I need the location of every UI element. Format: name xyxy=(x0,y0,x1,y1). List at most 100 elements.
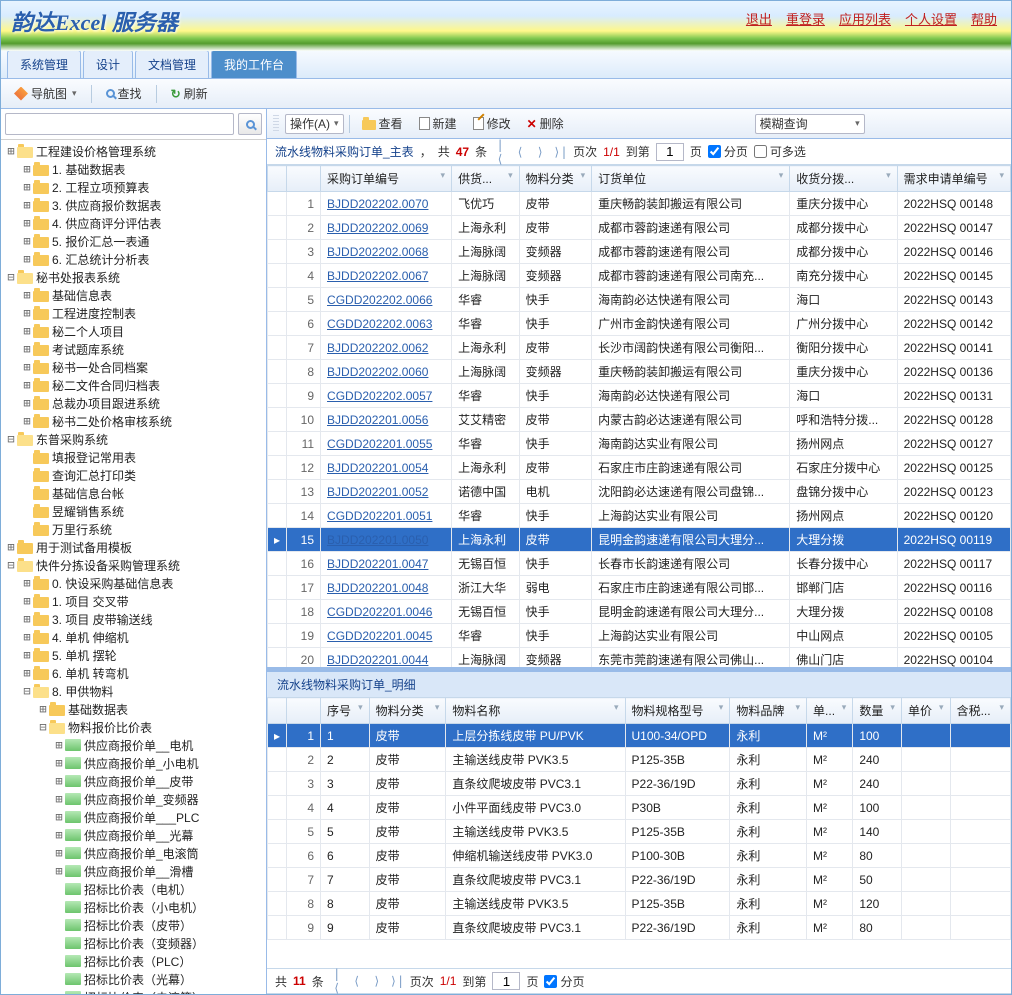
btn-edit[interactable]: 修改 xyxy=(466,111,518,136)
tree-node[interactable]: 招标比价表（PLC） xyxy=(1,952,266,970)
tree-toggle[interactable]: ⊞ xyxy=(53,846,65,860)
col-header[interactable]: 物料分类▾ xyxy=(519,166,592,192)
tree-toggle[interactable]: ⊞ xyxy=(53,792,65,806)
order-link[interactable]: CGDD202201.0051 xyxy=(327,509,432,523)
dpage-prev[interactable]: ⟨ xyxy=(350,974,364,988)
page-input[interactable] xyxy=(656,143,684,161)
tree-toggle[interactable]: ⊞ xyxy=(5,144,17,158)
btn-nav[interactable]: 导航图▾ xyxy=(7,81,84,106)
col-header[interactable]: 单...▾ xyxy=(807,698,853,724)
nav-tree[interactable]: ⊞工程建设价格管理系统⊞1. 基础数据表⊞2. 工程立项预算表⊞3. 供应商报价… xyxy=(1,140,266,994)
tree-toggle[interactable]: ⊞ xyxy=(53,810,65,824)
tree-toggle[interactable]: ⊞ xyxy=(21,360,33,374)
table-row[interactable]: 8BJDD202202.0060上海脉阔变频器重庆畅韵装卸搬运有限公司重庆分拨中… xyxy=(268,360,1011,384)
order-link[interactable]: BJDD202201.0048 xyxy=(327,581,428,595)
order-link[interactable]: BJDD202202.0060 xyxy=(327,365,428,379)
tab-docs[interactable]: 文档管理 xyxy=(135,50,209,78)
tree-toggle[interactable]: ⊞ xyxy=(53,774,65,788)
tree-toggle[interactable]: ⊞ xyxy=(21,216,33,230)
order-link[interactable]: BJDD202202.0069 xyxy=(327,221,428,235)
table-row[interactable]: 7BJDD202202.0062上海永利皮带长沙市阔韵快递有限公司衡阳...衡阳… xyxy=(268,336,1011,360)
table-row[interactable]: 1BJDD202202.0070飞优巧皮带重庆畅韵装卸搬运有限公司重庆分拨中心2… xyxy=(268,192,1011,216)
tree-search-button[interactable] xyxy=(238,113,262,135)
tree-toggle[interactable]: ⊟ xyxy=(5,270,17,284)
tree-search-input[interactable] xyxy=(5,113,234,135)
order-link[interactable]: BJDD202201.0056 xyxy=(327,413,428,427)
tree-toggle[interactable]: ⊞ xyxy=(21,162,33,176)
dchk-split[interactable]: 分页 xyxy=(544,973,584,990)
tree-node[interactable]: ⊞3. 供应商报价数据表 xyxy=(1,196,266,214)
tree-node[interactable]: ⊟东普采购系统 xyxy=(1,430,266,448)
tree-node[interactable]: 招标比价表（光幕） xyxy=(1,970,266,988)
order-link[interactable]: CGDD202202.0063 xyxy=(327,317,432,331)
btn-view[interactable]: 查看 xyxy=(355,111,410,136)
order-link[interactable]: CGDD202202.0057 xyxy=(327,389,432,403)
tree-toggle[interactable]: ⊞ xyxy=(53,828,65,842)
table-row[interactable]: 66皮带伸缩机输送线皮带 PVK3.0P100-30B永利M²80 xyxy=(268,844,1011,868)
tree-node[interactable]: ⊞供应商报价单__光幕 xyxy=(1,826,266,844)
col-header[interactable]: 序号▾ xyxy=(321,698,370,724)
tree-toggle[interactable]: ⊞ xyxy=(21,288,33,302)
tree-node[interactable]: ⊞2. 工程立项预算表 xyxy=(1,178,266,196)
dpage-first[interactable]: |⟨ xyxy=(330,967,344,994)
tree-toggle[interactable]: ⊞ xyxy=(21,648,33,662)
tab-workbench[interactable]: 我的工作台 xyxy=(211,50,297,78)
table-row[interactable]: 9CGDD202202.0057华睿快手海南韵必达快递有限公司海口2022HSQ… xyxy=(268,384,1011,408)
tree-toggle[interactable]: ⊞ xyxy=(21,180,33,194)
table-row[interactable]: 16BJDD202201.0047无锡百恒快手长春市长韵速递有限公司长春分拨中心… xyxy=(268,552,1011,576)
order-link[interactable]: BJDD202201.0052 xyxy=(327,485,428,499)
order-link[interactable]: BJDD202201.0047 xyxy=(327,557,428,571)
tree-toggle[interactable]: ⊞ xyxy=(21,612,33,626)
tree-toggle[interactable]: ⊞ xyxy=(5,540,17,554)
tree-node[interactable]: ⊞供应商报价单__电机 xyxy=(1,736,266,754)
tree-toggle[interactable]: ⊞ xyxy=(21,414,33,428)
tree-node[interactable]: ⊞3. 项目 皮带输送线 xyxy=(1,610,266,628)
tree-node[interactable]: ⊞供应商报价单_小电机 xyxy=(1,754,266,772)
col-header[interactable] xyxy=(268,698,287,724)
tab-design[interactable]: 设计 xyxy=(83,50,133,78)
table-row[interactable]: 19CGDD202201.0045华睿快手上海韵达实业有限公司中山网点2022H… xyxy=(268,624,1011,648)
btn-ops[interactable]: 操作(A)▾ xyxy=(285,114,344,134)
table-row[interactable]: 33皮带直条纹爬坡皮带 PVC3.1P22-36/19D永利M²240 xyxy=(268,772,1011,796)
order-link[interactable]: BJDD202202.0070 xyxy=(327,197,428,211)
tree-toggle[interactable]: ⊞ xyxy=(37,702,49,716)
tree-node[interactable]: 招标比价表（电机） xyxy=(1,880,266,898)
tree-toggle[interactable]: ⊞ xyxy=(21,396,33,410)
tree-toggle[interactable]: ⊞ xyxy=(21,198,33,212)
link-help[interactable]: 帮助 xyxy=(971,9,997,28)
table-row[interactable]: ▸11皮带上层分拣线皮带 PU/PVKU100-34/OPD永利M²100 xyxy=(268,724,1011,748)
order-link[interactable]: BJDD202202.0062 xyxy=(327,341,428,355)
col-header[interactable]: 订货单位▾ xyxy=(592,166,790,192)
table-row[interactable]: 4BJDD202202.0067上海脉阔变频器成都市蓉韵速递有限公司南充...南… xyxy=(268,264,1011,288)
tree-toggle[interactable]: ⊞ xyxy=(21,594,33,608)
tree-toggle[interactable]: ⊞ xyxy=(21,234,33,248)
col-header[interactable]: 供货...▾ xyxy=(452,166,520,192)
col-header[interactable] xyxy=(268,166,287,192)
tree-node[interactable]: ⊞用于测试备用模板 xyxy=(1,538,266,556)
tree-node[interactable]: ⊞总裁办项目跟进系统 xyxy=(1,394,266,412)
tree-node[interactable]: ⊞秘二个人项目 xyxy=(1,322,266,340)
tree-node[interactable]: ⊟8. 甲供物料 xyxy=(1,682,266,700)
order-link[interactable]: CGDD202201.0046 xyxy=(327,605,432,619)
tree-toggle[interactable]: ⊞ xyxy=(53,738,65,752)
table-row[interactable]: 77皮带直条纹爬坡皮带 PVC3.1P22-36/19D永利M²50 xyxy=(268,868,1011,892)
link-personal[interactable]: 个人设置 xyxy=(905,9,957,28)
tree-toggle[interactable]: ⊞ xyxy=(21,306,33,320)
btn-search[interactable]: 查找 xyxy=(99,81,149,106)
tree-node[interactable]: 招标比价表（小电机） xyxy=(1,898,266,916)
tree-node[interactable]: ⊞秘二文件合同归档表 xyxy=(1,376,266,394)
page-next[interactable]: ⟩ xyxy=(533,145,547,159)
tree-node[interactable]: ⊞供应商报价单__皮带 xyxy=(1,772,266,790)
tree-node[interactable]: ⊞工程进度控制表 xyxy=(1,304,266,322)
tree-toggle[interactable]: ⊞ xyxy=(21,252,33,266)
grid-detail[interactable]: 序号▾物料分类▾物料名称▾物料规格型号▾物料品牌▾单...▾数量▾单价▾含税..… xyxy=(267,697,1011,940)
tree-node[interactable]: 招标比价表（电滚筒） xyxy=(1,988,266,994)
table-row[interactable]: 14CGDD202201.0051华睿快手上海韵达实业有限公司扬州网点2022H… xyxy=(268,504,1011,528)
table-row[interactable]: 20BJDD202201.0044上海脉阔变频器东莞市莞韵速递有限公司佛山...… xyxy=(268,648,1011,669)
col-header[interactable]: 收货分拨...▾ xyxy=(790,166,897,192)
tree-toggle[interactable]: ⊞ xyxy=(53,756,65,770)
col-header[interactable]: 含税...▾ xyxy=(950,698,1010,724)
order-link[interactable]: BJDD202201.0044 xyxy=(327,653,428,667)
order-link[interactable]: BJDD202202.0068 xyxy=(327,245,428,259)
page-first[interactable]: |⟨ xyxy=(493,138,507,166)
